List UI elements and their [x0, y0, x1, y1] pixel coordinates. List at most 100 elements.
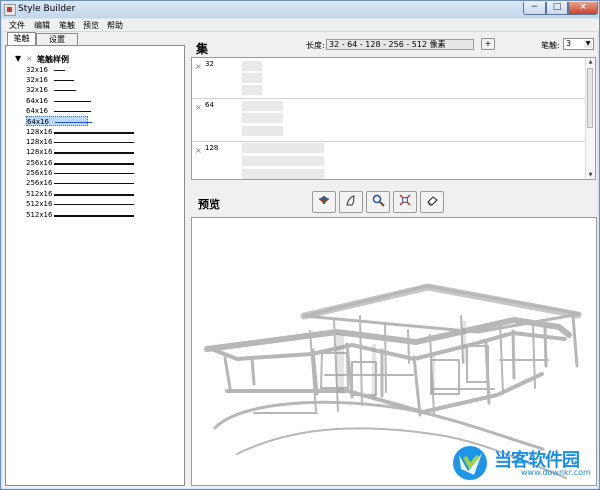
set-row-64[interactable]: × 64 — [192, 99, 588, 142]
stroke-swatch — [242, 101, 283, 111]
tree-item-32x16-a[interactable]: 32x16 — [26, 65, 116, 75]
set-panel: 集 长度: 32 - 64 - 128 - 256 - 512 像素 + 笔触:… — [191, 32, 597, 181]
watermark-url: www.downkr.com — [521, 468, 591, 477]
stroke-sample — [54, 101, 91, 102]
set-header: 集 — [196, 42, 209, 56]
tree-close-icon: × — [26, 54, 33, 63]
stroke-swatch — [242, 143, 324, 153]
stroke-select[interactable]: 3 ▼ — [563, 38, 594, 50]
magnifier-icon — [372, 194, 385, 207]
close-button[interactable]: × — [568, 2, 598, 15]
stroke-sample — [54, 90, 76, 91]
tree-item-256x16-c[interactable]: 256x16 — [26, 178, 134, 188]
stroke-sample — [54, 111, 91, 112]
tree-item-label: 128x16 — [26, 148, 53, 156]
pan-tool-button[interactable] — [339, 191, 363, 213]
set-scrollbar[interactable]: ▲ ▼ — [585, 58, 595, 179]
menu-bar: 文件 编辑 笔触 预览 帮助 — [2, 19, 599, 32]
tree-item-64x16-a[interactable]: 64x16 — [26, 96, 116, 106]
tree-item-label: 32x16 — [26, 66, 48, 74]
stroke-sample — [54, 163, 134, 165]
chevron-down-icon: ▼ — [584, 40, 592, 48]
delete-icon[interactable]: × — [195, 62, 202, 71]
delete-icon[interactable]: × — [195, 146, 202, 155]
tree-item-label: 32x16 — [26, 76, 48, 84]
stroke-sample — [55, 122, 92, 123]
tree-item-128x16-a[interactable]: 128x16 — [26, 127, 134, 137]
app-icon — [4, 4, 16, 16]
main-content: 笔触 设置 ▼ × 笔触样例 32x16 32x16 32x16 64x16 6… — [3, 32, 597, 488]
preview-canvas[interactable]: 当客软件园 www.downkr.com — [191, 217, 597, 486]
tree-item-32x16-b[interactable]: 32x16 — [26, 75, 116, 85]
stroke-sample — [54, 132, 134, 134]
tree-item-label: 256x16 — [26, 159, 53, 167]
tree-item-label: 256x16 — [26, 169, 53, 177]
set-row-128[interactable]: × 128 — [192, 142, 588, 179]
tree-item-32x16-c[interactable]: 32x16 — [26, 85, 116, 95]
tree-item-label: 64x16 — [26, 97, 48, 105]
scroll-thumb[interactable] — [587, 68, 593, 128]
orbit-tool-button[interactable] — [312, 191, 336, 213]
left-tabs: 笔触 设置 — [5, 32, 185, 45]
tree-item-512x16-c[interactable]: 512x16 — [26, 210, 134, 220]
menu-edit[interactable]: 编辑 — [34, 20, 50, 31]
title-bar: Style Builder − □ × — [1, 1, 599, 18]
stroke-swatch — [242, 169, 324, 179]
preview-panel: 预览 当客软件园 www.downkr.com — [191, 186, 597, 486]
tree-item-label: 64x16 — [26, 107, 48, 115]
tree-item-512x16-b[interactable]: 512x16 — [26, 199, 134, 209]
tab-settings[interactable]: 设置 — [36, 33, 78, 45]
tree-item-label: 512x16 — [26, 200, 53, 208]
stroke-sample — [54, 204, 134, 205]
scroll-down-icon[interactable]: ▼ — [586, 171, 595, 179]
minimize-button[interactable]: − — [523, 2, 546, 15]
preview-toolbar — [312, 191, 446, 213]
tree-root-label[interactable]: 笔触样例 — [37, 54, 69, 65]
tree-item-128x16-c[interactable]: 128x16 — [26, 147, 134, 157]
stroke-sample — [54, 70, 65, 71]
stroke-label: 笔触: — [541, 41, 560, 50]
tree-item-256x16-a[interactable]: 256x16 — [26, 158, 134, 168]
stroke-sample — [54, 142, 134, 143]
tab-strokes[interactable]: 笔触 — [7, 32, 36, 45]
menu-stroke[interactable]: 笔触 — [59, 20, 75, 31]
stroke-sample — [54, 215, 134, 217]
stroke-swatch — [242, 73, 262, 83]
maximize-button[interactable]: □ — [546, 2, 568, 15]
zoom-tool-button[interactable] — [366, 191, 390, 213]
stroke-sample — [54, 80, 74, 81]
style-builder-window: Style Builder − □ × 文件 编辑 笔触 预览 帮助 笔触 设置… — [0, 0, 600, 490]
hand-icon — [346, 195, 355, 206]
eraser-tool-button[interactable] — [420, 191, 444, 213]
delete-icon[interactable]: × — [195, 103, 202, 112]
tree-item-label: 512x16 — [26, 190, 53, 198]
set-row-32[interactable]: × 32 — [192, 58, 588, 99]
stroke-swatch — [242, 156, 324, 166]
length-field[interactable]: 32 - 64 - 128 - 256 - 512 像素 — [326, 39, 474, 50]
tree-item-64x16-b[interactable]: 64x16 — [26, 106, 116, 116]
tree-item-label: 256x16 — [26, 179, 53, 187]
stroke-sample — [54, 194, 134, 196]
tree-item-128x16-b[interactable]: 128x16 — [26, 137, 134, 147]
set-list: × 32 × 64 × 128 ▲ ▼ — [191, 57, 596, 180]
stroke-sample — [54, 173, 134, 174]
tree-item-label: 128x16 — [26, 128, 53, 136]
stroke-swatch — [242, 85, 262, 95]
scroll-up-icon[interactable]: ▲ — [586, 58, 595, 66]
add-button[interactable]: + — [481, 38, 495, 50]
set-size-label: 128 — [205, 144, 219, 152]
zoom-extents-button[interactable] — [393, 191, 417, 213]
menu-help[interactable]: 帮助 — [107, 20, 123, 31]
stroke-swatch — [242, 126, 283, 136]
stroke-sample — [54, 183, 134, 184]
menu-file[interactable]: 文件 — [9, 20, 25, 31]
zoom-extents-icon — [399, 194, 411, 206]
tree-item-64x16-selected[interactable]: 64x16 — [26, 116, 92, 126]
preview-title: 预览 — [198, 198, 220, 211]
tree-toggle-icon[interactable]: ▼ — [15, 54, 21, 63]
eraser-icon — [427, 196, 438, 206]
tree-item-256x16-b[interactable]: 256x16 — [26, 168, 134, 178]
tree-item-512x16-a[interactable]: 512x16 — [26, 189, 134, 199]
orbit-icon — [319, 196, 329, 204]
menu-preview[interactable]: 预览 — [83, 20, 99, 31]
